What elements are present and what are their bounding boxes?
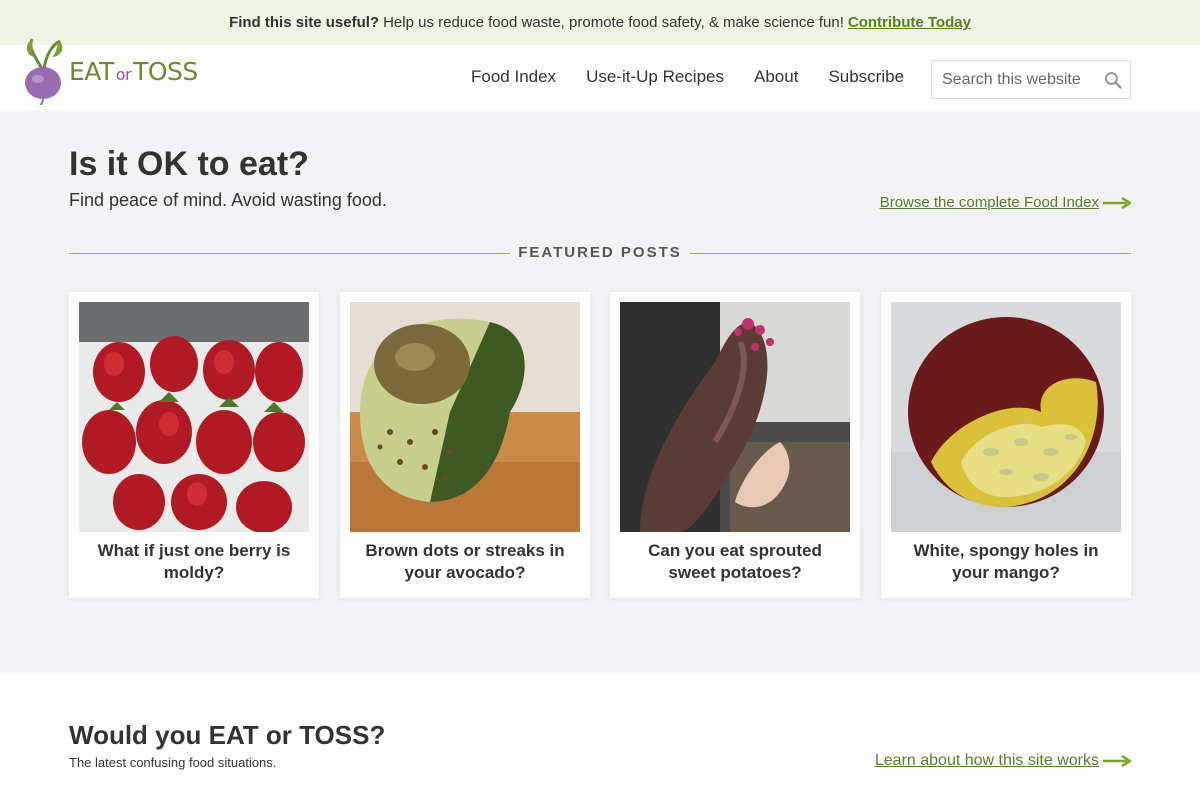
contribute-link[interactable]: Contribute Today <box>848 14 971 31</box>
beet-logo-icon <box>25 38 63 105</box>
search-icon[interactable] <box>1104 71 1122 89</box>
post-title[interactable]: Can you eat sprouted sweet potatoes? <box>624 540 846 584</box>
featured-post-card[interactable]: White, spongy holes in your mango? <box>881 292 1131 598</box>
post-title[interactable]: Brown dots or streaks in your avocado? <box>354 540 576 584</box>
section-subtitle: The latest confusing food situations. <box>69 755 277 770</box>
post-image-mango[interactable] <box>891 302 1121 532</box>
site-header: EAT orTOSS Food Index Use-it-Up Recipes A… <box>0 38 1200 111</box>
learn-link-label: Learn about how this site works <box>874 752 1099 769</box>
logo-eat: EAT <box>69 57 114 86</box>
post-image-avocado[interactable] <box>350 302 580 532</box>
post-image-strawberries[interactable] <box>79 302 309 532</box>
browse-food-index-link[interactable]: Browse the complete Food Index <box>880 194 1131 211</box>
promo-text: Help us reduce food waste, promote food … <box>383 14 844 31</box>
search-input[interactable] <box>932 61 1092 98</box>
page-subtitle: Find peace of mind. Avoid wasting food. <box>69 190 387 210</box>
logo-or: or <box>115 65 132 84</box>
page-title: Is it OK to eat? <box>69 145 309 183</box>
featured-posts-heading: FEATURED POSTS <box>510 244 690 261</box>
post-title[interactable]: What if just one berry is moldy? <box>83 540 305 584</box>
featured-post-card[interactable]: Brown dots or streaks in your avocado? <box>340 292 590 598</box>
browse-link-label: Browse the complete Food Index <box>879 194 1099 211</box>
featured-post-card[interactable]: Can you eat sprouted sweet potatoes? <box>610 292 860 598</box>
learn-how-site-works-link[interactable]: Learn about how this site works <box>875 752 1131 770</box>
nav-recipes[interactable]: Use-it-Up Recipes <box>586 67 724 87</box>
latest-section: Would you EAT or TOSS? The latest confus… <box>0 673 1200 800</box>
arrow-right-icon <box>1103 755 1131 767</box>
nav-subscribe[interactable]: Subscribe <box>828 67 904 87</box>
logo-wordmark: EAT orTOSS <box>69 57 198 86</box>
main-nav: Food Index Use-it-Up Recipes About Subsc… <box>456 67 919 87</box>
nav-food-index[interactable]: Food Index <box>471 67 556 87</box>
logo-toss: TOSS <box>133 57 198 86</box>
featured-post-card[interactable]: What if just one berry is moldy? <box>69 292 319 598</box>
section-title: Would you EAT or TOSS? <box>69 720 386 750</box>
nav-about[interactable]: About <box>754 67 798 87</box>
site-logo[interactable]: EAT orTOSS <box>16 35 206 105</box>
promo-lead: Find this site useful? <box>229 14 380 31</box>
search-box <box>931 60 1131 99</box>
arrow-right-icon <box>1103 196 1131 209</box>
post-image-sweet-potato[interactable] <box>620 302 850 532</box>
post-title[interactable]: White, spongy holes in your mango? <box>895 540 1117 584</box>
